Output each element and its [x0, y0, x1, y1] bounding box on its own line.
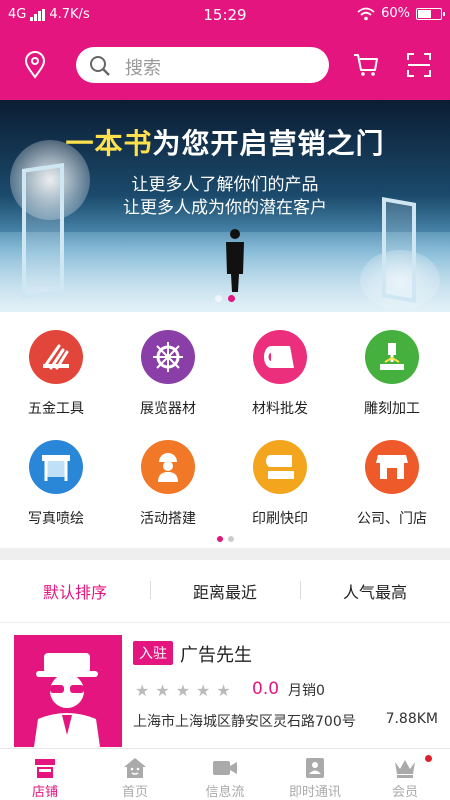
category-photo-printing[interactable]: 写真喷绘: [0, 440, 112, 528]
category-label: 写真喷绘: [28, 511, 84, 527]
tab-label: 即时通讯: [288, 785, 341, 800]
star-icon: ★: [196, 681, 211, 700]
engraving-icon: [365, 330, 419, 384]
top-header: 搜索: [0, 30, 450, 100]
star-icon: ★: [155, 681, 170, 700]
category-exhibition[interactable]: 展览器材: [112, 330, 224, 418]
pager-dot: [216, 536, 223, 542]
tools-icon: [29, 330, 83, 384]
banner-line-2: 让更多人成为你的潜在客户: [123, 198, 327, 218]
printer-icon: [29, 440, 83, 494]
tab-member[interactable]: 会员: [360, 749, 450, 800]
search-icon: [90, 56, 110, 76]
category-label: 印刷快印: [252, 511, 308, 527]
sort-nearest[interactable]: 距离最近: [150, 579, 300, 603]
tab-label: 信息流: [205, 785, 245, 800]
category-engraving[interactable]: 雕刻加工: [336, 330, 448, 418]
search-input[interactable]: 搜索: [76, 47, 329, 83]
tab-home[interactable]: 首页: [90, 749, 180, 800]
pager-dot: [228, 295, 235, 302]
tab-label: 店铺: [31, 785, 58, 800]
worker-icon: [141, 440, 195, 494]
pager-dot: [227, 536, 234, 542]
businessman-figure: [226, 229, 244, 292]
tab-feed[interactable]: 信息流: [180, 749, 270, 800]
battery-icon: [416, 7, 445, 20]
star-icon: ★: [175, 681, 191, 700]
battery-percent: 60%: [381, 6, 410, 21]
category-print-shop[interactable]: 印刷快印: [224, 440, 336, 528]
wifi-icon: [357, 7, 375, 20]
cart-icon[interactable]: [352, 51, 380, 79]
shop-distance: 7.88KM: [385, 711, 438, 727]
shop-card[interactable]: 入驻 广告先生 ★ ★ ★ ★ ★ 0.0 月销0 上海市上海城区静安区灵石路700号 …: [0, 622, 450, 748]
category-hardware-tools[interactable]: 五金工具: [0, 330, 112, 418]
notification-dot: [425, 755, 432, 762]
sort-bar: 默认排序 距离最近 人气最高: [0, 560, 450, 622]
sort-default[interactable]: 默认排序: [0, 579, 150, 603]
bottom-tab-bar: 店铺 首页 信息流 即时通讯 会员: [0, 748, 450, 800]
shop-address: 上海市上海城区静安区灵石路700号: [133, 714, 356, 730]
location-icon[interactable]: [21, 51, 49, 79]
promo-banner[interactable]: 一本书为您开启营销之门 让更多人了解你们的产品 让更多人成为你的潜在客户: [0, 100, 450, 312]
home-icon: [124, 758, 146, 778]
banner-line-1: 让更多人了解你们的产品: [131, 175, 319, 195]
video-icon: [213, 761, 237, 775]
category-label: 材料批发: [252, 401, 308, 417]
monthly-sales: 月销0: [288, 683, 325, 699]
print-machine-icon: [253, 440, 307, 494]
category-label: 公司、门店: [357, 511, 427, 527]
banner-pager: [0, 295, 450, 302]
category-grid: 五金工具 展览器材 材料批发 雕刻加工 写真喷绘 活动搭建 印刷快印 公司、门店: [0, 312, 450, 548]
status-bar: 4G 4.7K/s 15:29 60%: [0, 0, 450, 30]
category-event-setup[interactable]: 活动搭建: [112, 440, 224, 528]
category-label: 活动搭建: [140, 511, 196, 527]
pager-dot: [215, 295, 222, 302]
shop-name: 广告先生: [180, 645, 252, 666]
scan-icon[interactable]: [405, 51, 433, 79]
category-label: 五金工具: [28, 401, 84, 417]
category-label: 雕刻加工: [364, 401, 420, 417]
star-icon: ★: [135, 681, 150, 700]
rating-stars: ★ ★ ★ ★ ★: [135, 681, 231, 700]
tab-label: 会员: [391, 785, 418, 800]
category-materials[interactable]: 材料批发: [224, 330, 336, 418]
sort-popular[interactable]: 人气最高: [300, 579, 450, 603]
search-placeholder: 搜索: [125, 58, 161, 79]
storefront-icon: [365, 440, 419, 494]
ship-wheel-icon: [141, 330, 195, 384]
contacts-icon: [306, 758, 324, 778]
shop-icon: [35, 759, 55, 778]
banner-headline: 一本书为您开启营销之门: [65, 127, 385, 160]
tab-label: 首页: [121, 785, 148, 800]
rating-value: 0.0: [252, 679, 280, 699]
star-icon: ★: [216, 681, 231, 700]
joined-badge: 入驻: [133, 641, 173, 665]
shop-avatar: [14, 635, 122, 747]
paper-roll-icon: [253, 330, 307, 384]
tab-messaging[interactable]: 即时通讯: [270, 749, 360, 800]
category-label: 展览器材: [140, 401, 196, 417]
category-company-store[interactable]: 公司、门店: [336, 440, 448, 528]
tab-shop[interactable]: 店铺: [0, 749, 90, 800]
category-pager: [0, 536, 450, 542]
crown-icon: [395, 760, 415, 778]
